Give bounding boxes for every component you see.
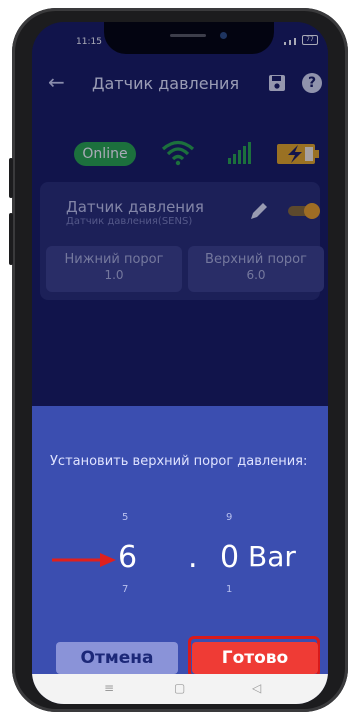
integer-next[interactable]: 7 bbox=[122, 584, 128, 595]
volume-up-key bbox=[9, 158, 13, 198]
screen: 11:15 77 ← Датчик давления ? Online Датч… bbox=[32, 22, 328, 704]
decimal-next[interactable]: 1 bbox=[226, 584, 232, 595]
unit-label: Bar bbox=[248, 540, 296, 573]
volume-down-key bbox=[9, 213, 13, 265]
decimal-current[interactable]: 0 bbox=[220, 540, 239, 575]
done-button[interactable]: Готово bbox=[192, 642, 318, 674]
cancel-button[interactable]: Отмена bbox=[56, 642, 178, 674]
modal-scrim[interactable] bbox=[32, 22, 328, 406]
home-icon[interactable]: ▢ bbox=[174, 681, 185, 695]
system-nav-bar: ≡ ▢ ◁ bbox=[32, 674, 328, 704]
back-nav-icon[interactable]: ◁ bbox=[252, 681, 261, 695]
picker-prompt: Установить верхний порог давления: bbox=[50, 454, 308, 469]
threshold-picker-sheet: Установить верхний порог давления: 5 6 7… bbox=[32, 406, 328, 678]
red-arrow-icon bbox=[52, 553, 116, 567]
integer-current[interactable]: 6 bbox=[118, 540, 137, 575]
integer-prev[interactable]: 5 bbox=[122, 512, 128, 523]
recents-icon[interactable]: ≡ bbox=[104, 681, 114, 695]
decimal-prev[interactable]: 9 bbox=[226, 512, 232, 523]
decimal-separator: . bbox=[188, 540, 198, 575]
